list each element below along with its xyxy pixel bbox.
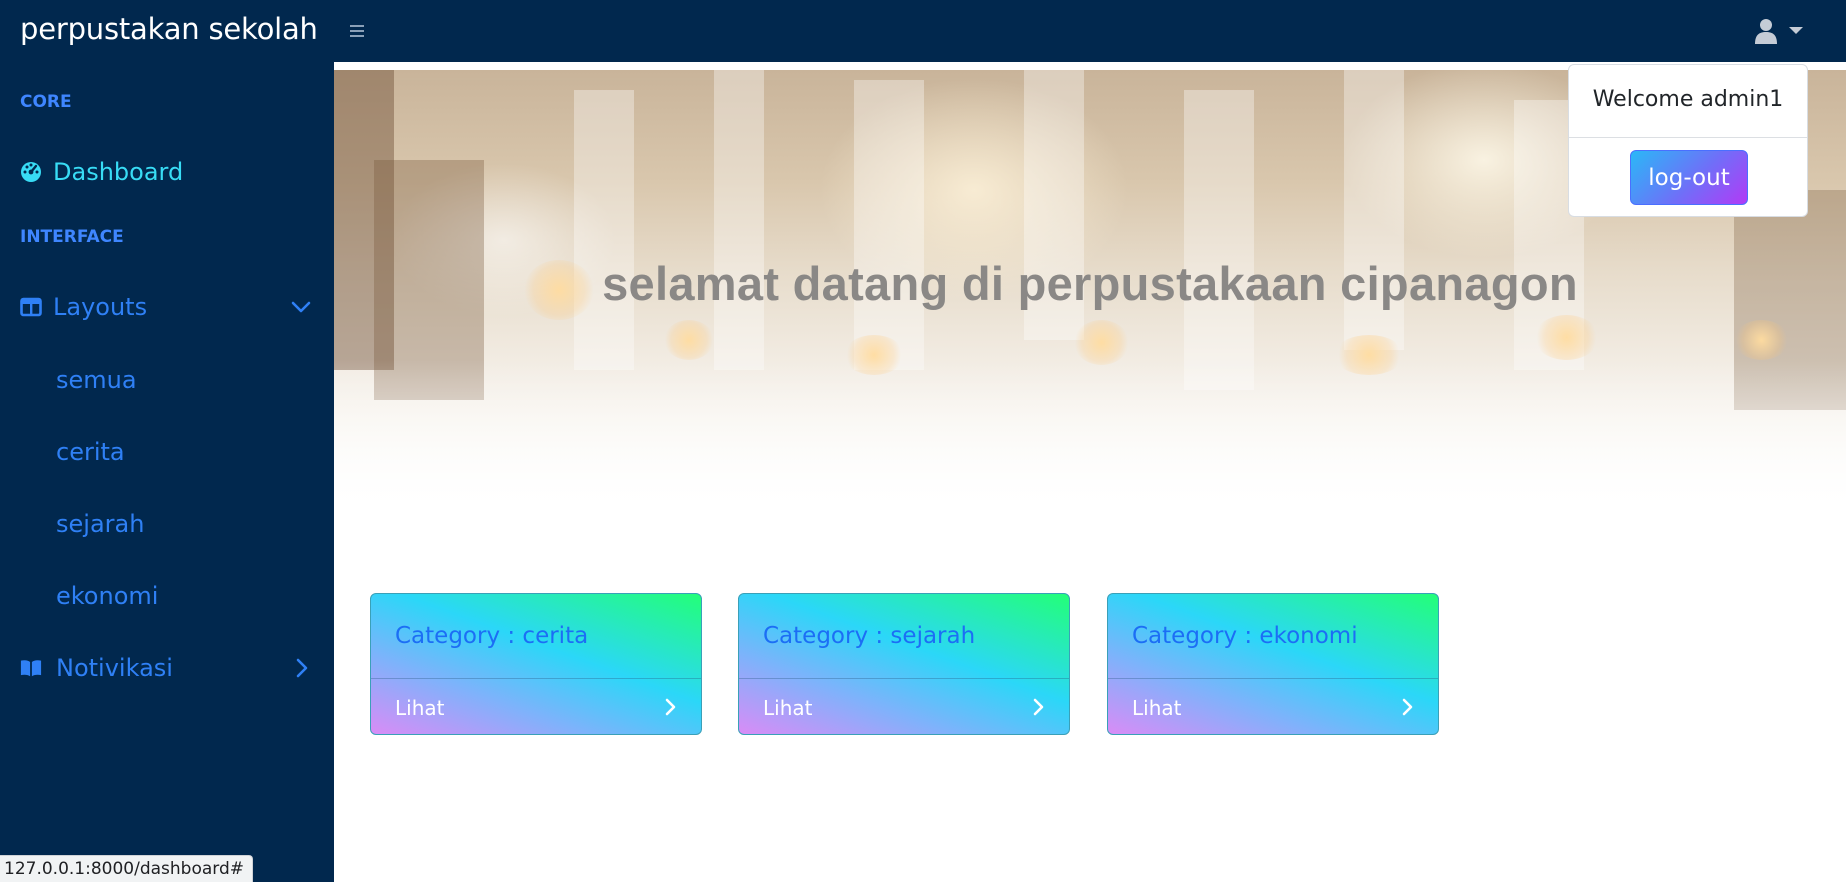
- category-card-ekonomi: Category : ekonomi Lihat: [1107, 593, 1439, 735]
- card-link-label: Lihat: [763, 695, 813, 720]
- tachometer-icon: [21, 162, 41, 182]
- sidebar: CORE Dashboard INTERFACE Layouts semua c…: [0, 62, 334, 882]
- caret-down-icon: [1789, 27, 1803, 34]
- sidebar-subitem-cerita[interactable]: cerita: [0, 430, 334, 474]
- chevron-down-icon: [291, 301, 311, 313]
- chevron-right-icon: [1402, 698, 1413, 716]
- chevron-right-icon: [665, 698, 676, 716]
- user-menu-button[interactable]: [1754, 14, 1806, 48]
- card-link-label: Lihat: [1132, 695, 1182, 720]
- dropdown-divider: [1569, 137, 1807, 138]
- card-lihat-link[interactable]: Lihat: [1108, 679, 1438, 734]
- sidebar-subitem-label: ekonomi: [56, 582, 159, 610]
- brand-title[interactable]: perpustakan sekolah: [20, 12, 318, 46]
- columns-icon: [20, 297, 42, 317]
- card-title: Category : ekonomi: [1108, 594, 1438, 679]
- sidebar-heading-interface: INTERFACE: [20, 227, 124, 247]
- sidebar-item-layouts[interactable]: Layouts: [0, 285, 334, 329]
- sidebar-subitem-semua[interactable]: semua: [0, 358, 334, 402]
- status-url: 127.0.0.1:8000/dashboard#: [0, 855, 254, 882]
- sidebar-item-label: Notivikasi: [56, 654, 173, 682]
- sidebar-item-label: Dashboard: [53, 158, 184, 186]
- card-title: Category : cerita: [371, 594, 701, 679]
- card-title: Category : sejarah: [739, 594, 1069, 679]
- welcome-text: Welcome admin1: [1592, 87, 1784, 112]
- top-navbar: perpustakan sekolah: [0, 0, 1846, 62]
- sidebar-toggle-button[interactable]: [344, 18, 370, 44]
- logout-button[interactable]: log-out: [1630, 150, 1748, 205]
- hero-title: selamat datang di perpustakaan cipanagon: [602, 257, 1578, 310]
- sidebar-subitem-label: semua: [56, 366, 137, 394]
- user-icon: [1755, 19, 1777, 44]
- sidebar-subitem-ekonomi[interactable]: ekonomi: [0, 574, 334, 618]
- sidebar-item-dashboard[interactable]: Dashboard: [0, 150, 334, 194]
- book-open-icon: [20, 660, 42, 677]
- sidebar-subitem-label: sejarah: [56, 510, 145, 538]
- sidebar-subitem-label: cerita: [56, 438, 125, 466]
- sidebar-subitem-sejarah[interactable]: sejarah: [0, 502, 334, 546]
- sidebar-heading-core: CORE: [20, 92, 72, 112]
- category-card-cerita: Category : cerita Lihat: [370, 593, 702, 735]
- user-dropdown-menu: Welcome admin1 log-out: [1568, 64, 1808, 217]
- sidebar-item-notivikasi[interactable]: Notivikasi: [0, 646, 334, 690]
- card-lihat-link[interactable]: Lihat: [739, 679, 1069, 734]
- chevron-right-icon: [296, 658, 308, 678]
- chevron-right-icon: [1033, 698, 1044, 716]
- card-lihat-link[interactable]: Lihat: [371, 679, 701, 734]
- card-link-label: Lihat: [395, 695, 445, 720]
- category-card-sejarah: Category : sejarah Lihat: [738, 593, 1070, 735]
- sidebar-item-label: Layouts: [53, 293, 148, 321]
